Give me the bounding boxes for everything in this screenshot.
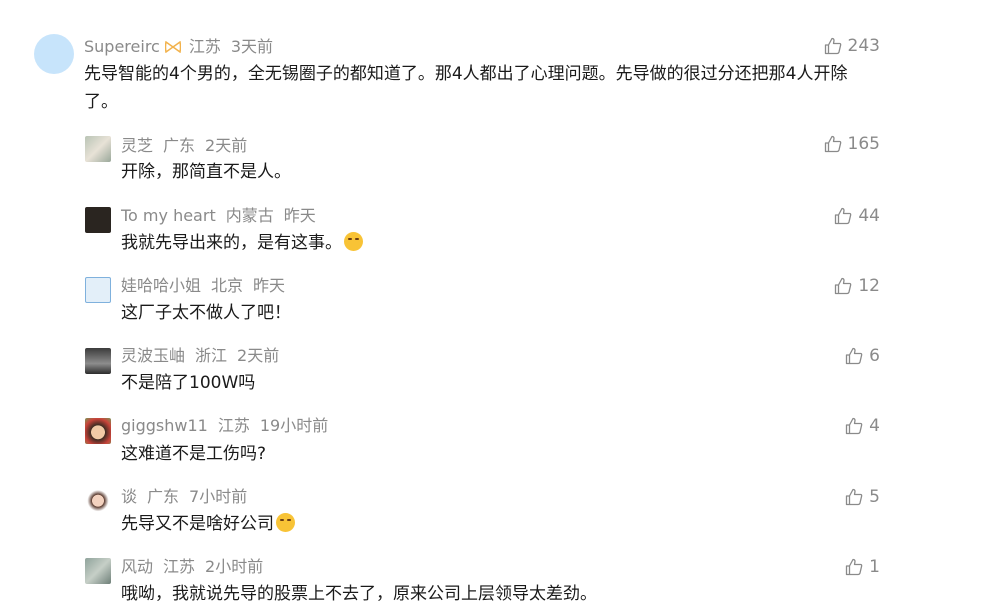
reply-item: 风动 江苏 2小时前 1 哦呦，我就说先导的股票上不去了，原来公司上层领导太差劲。 [0,555,1008,614]
region: 江苏 [163,557,196,576]
username[interactable]: Supereirc [84,37,160,56]
comment-text: 这厂子太不做人了吧！ [121,303,291,323]
comment-main: Supereirc 江苏 3天前 243 先导智能的4个男的，全无锡圈子的都知道了。… [0,0,1008,120]
comment-meta: 灵波玉岫 浙江 2天前 [121,346,289,366]
comment-text-content: 先导又不是啥好公司 [121,514,274,534]
comment-text: 先导又不是啥好公司 [121,510,295,538]
username[interactable]: 灵芝 [121,136,153,155]
face-emoji-icon [276,513,295,532]
username[interactable]: 灵波玉岫 [121,346,185,365]
avatar[interactable] [85,277,111,303]
like-button[interactable]: 1 [845,557,880,577]
thumbs-up-icon [846,488,863,506]
region: 江苏 [217,416,250,435]
like-button[interactable]: 165 [824,134,880,154]
timestamp: 2天前 [205,136,248,155]
username[interactable]: 风动 [121,557,153,576]
comment-meta: 灵芝 广东 2天前 [121,136,257,156]
region: 内蒙古 [225,206,274,225]
reply-item: giggshw11 江苏 19小时前 4 这难道不是工伤吗? [0,414,1008,474]
avatar[interactable] [85,136,111,162]
comment-text: 不是陪了100W吗 [121,373,256,393]
reply-item: 灵波玉岫 浙江 2天前 6 不是陪了100W吗 [0,344,1008,404]
avatar[interactable] [85,207,111,233]
region: 广东 [163,136,196,155]
timestamp: 2小时前 [205,557,264,576]
like-count: 1 [869,557,880,577]
avatar[interactable] [85,418,111,444]
username[interactable]: To my heart [121,206,216,225]
avatar[interactable] [85,489,111,515]
region: 江苏 [188,37,221,56]
thumbs-up-icon [846,558,863,576]
thumbs-up-icon [846,347,863,365]
like-button[interactable]: 4 [845,416,880,436]
thumbs-up-icon [824,135,841,153]
username[interactable]: giggshw11 [121,416,208,435]
like-count: 5 [869,487,880,507]
timestamp: 昨天 [253,276,286,295]
comment-text: 先导智能的4个男的，全无锡圈子的都知道了。那4人都出了心理问题。先导做的很过分还… [84,64,848,112]
like-count: 12 [858,276,880,296]
region: 浙江 [195,346,228,365]
thumbs-up-icon [824,37,841,55]
face-emoji-icon [344,232,363,251]
like-button[interactable]: 6 [845,346,880,366]
region: 北京 [211,276,244,295]
comment-text: 哦呦，我就说先导的股票上不去了，原来公司上层领导太差劲。 [121,584,597,604]
thumbs-up-icon [846,417,863,435]
like-button[interactable]: 12 [834,276,880,296]
comment-text-content: 我就先导出来的，是有这事。 [121,233,342,253]
like-count: 4 [869,416,880,436]
username[interactable]: 娃哈哈小姐 [121,276,201,295]
comment-meta: 娃哈哈小姐 北京 昨天 [121,276,295,296]
region: 广东 [147,487,180,506]
thumbs-up-icon [835,277,852,295]
comment-text: 开除，那简直不是人。 [121,162,291,182]
timestamp: 2天前 [237,346,280,365]
thumbs-up-icon [835,207,852,225]
like-button[interactable]: 243 [824,36,880,56]
timestamp: 昨天 [283,206,316,225]
bow-badge-icon [164,41,181,53]
timestamp: 3天前 [230,37,274,56]
timestamp: 7小时前 [189,487,248,506]
comment-meta: Supereirc 江苏 3天前 [84,37,283,57]
reply-item: 娃哈哈小姐 北京 昨天 12 这厂子太不做人了吧！ [0,273,1008,333]
like-count: 6 [869,346,880,366]
comment-meta: 谈广东 7小时前 [121,487,257,507]
like-count: 165 [847,134,880,154]
comment-text: 我就先导出来的，是有这事。 [121,229,363,257]
comment-text: 这难道不是工伤吗? [121,444,267,464]
username[interactable]: 谈 [121,487,137,506]
reply-item: To my heart 内蒙古 昨天 44 我就先导出来的，是有这事。 [0,203,1008,263]
like-count: 44 [858,206,880,226]
like-count: 243 [847,36,880,56]
avatar[interactable] [85,348,111,374]
comment-meta: giggshw11 江苏 19小时前 [121,416,338,436]
like-button[interactable]: 5 [845,487,880,507]
reply-item: 谈广东 7小时前 5 先导又不是啥好公司 [0,485,1008,545]
avatar[interactable] [85,558,111,584]
like-button[interactable]: 44 [834,206,880,226]
comment-meta: 风动 江苏 2小时前 [121,557,273,577]
avatar[interactable] [34,34,74,74]
timestamp: 19小时前 [259,416,329,435]
comment-meta: To my heart 内蒙古 昨天 [121,206,326,226]
reply-item: 灵芝 广东 2天前 165 开除，那简直不是人。 [0,132,1008,192]
